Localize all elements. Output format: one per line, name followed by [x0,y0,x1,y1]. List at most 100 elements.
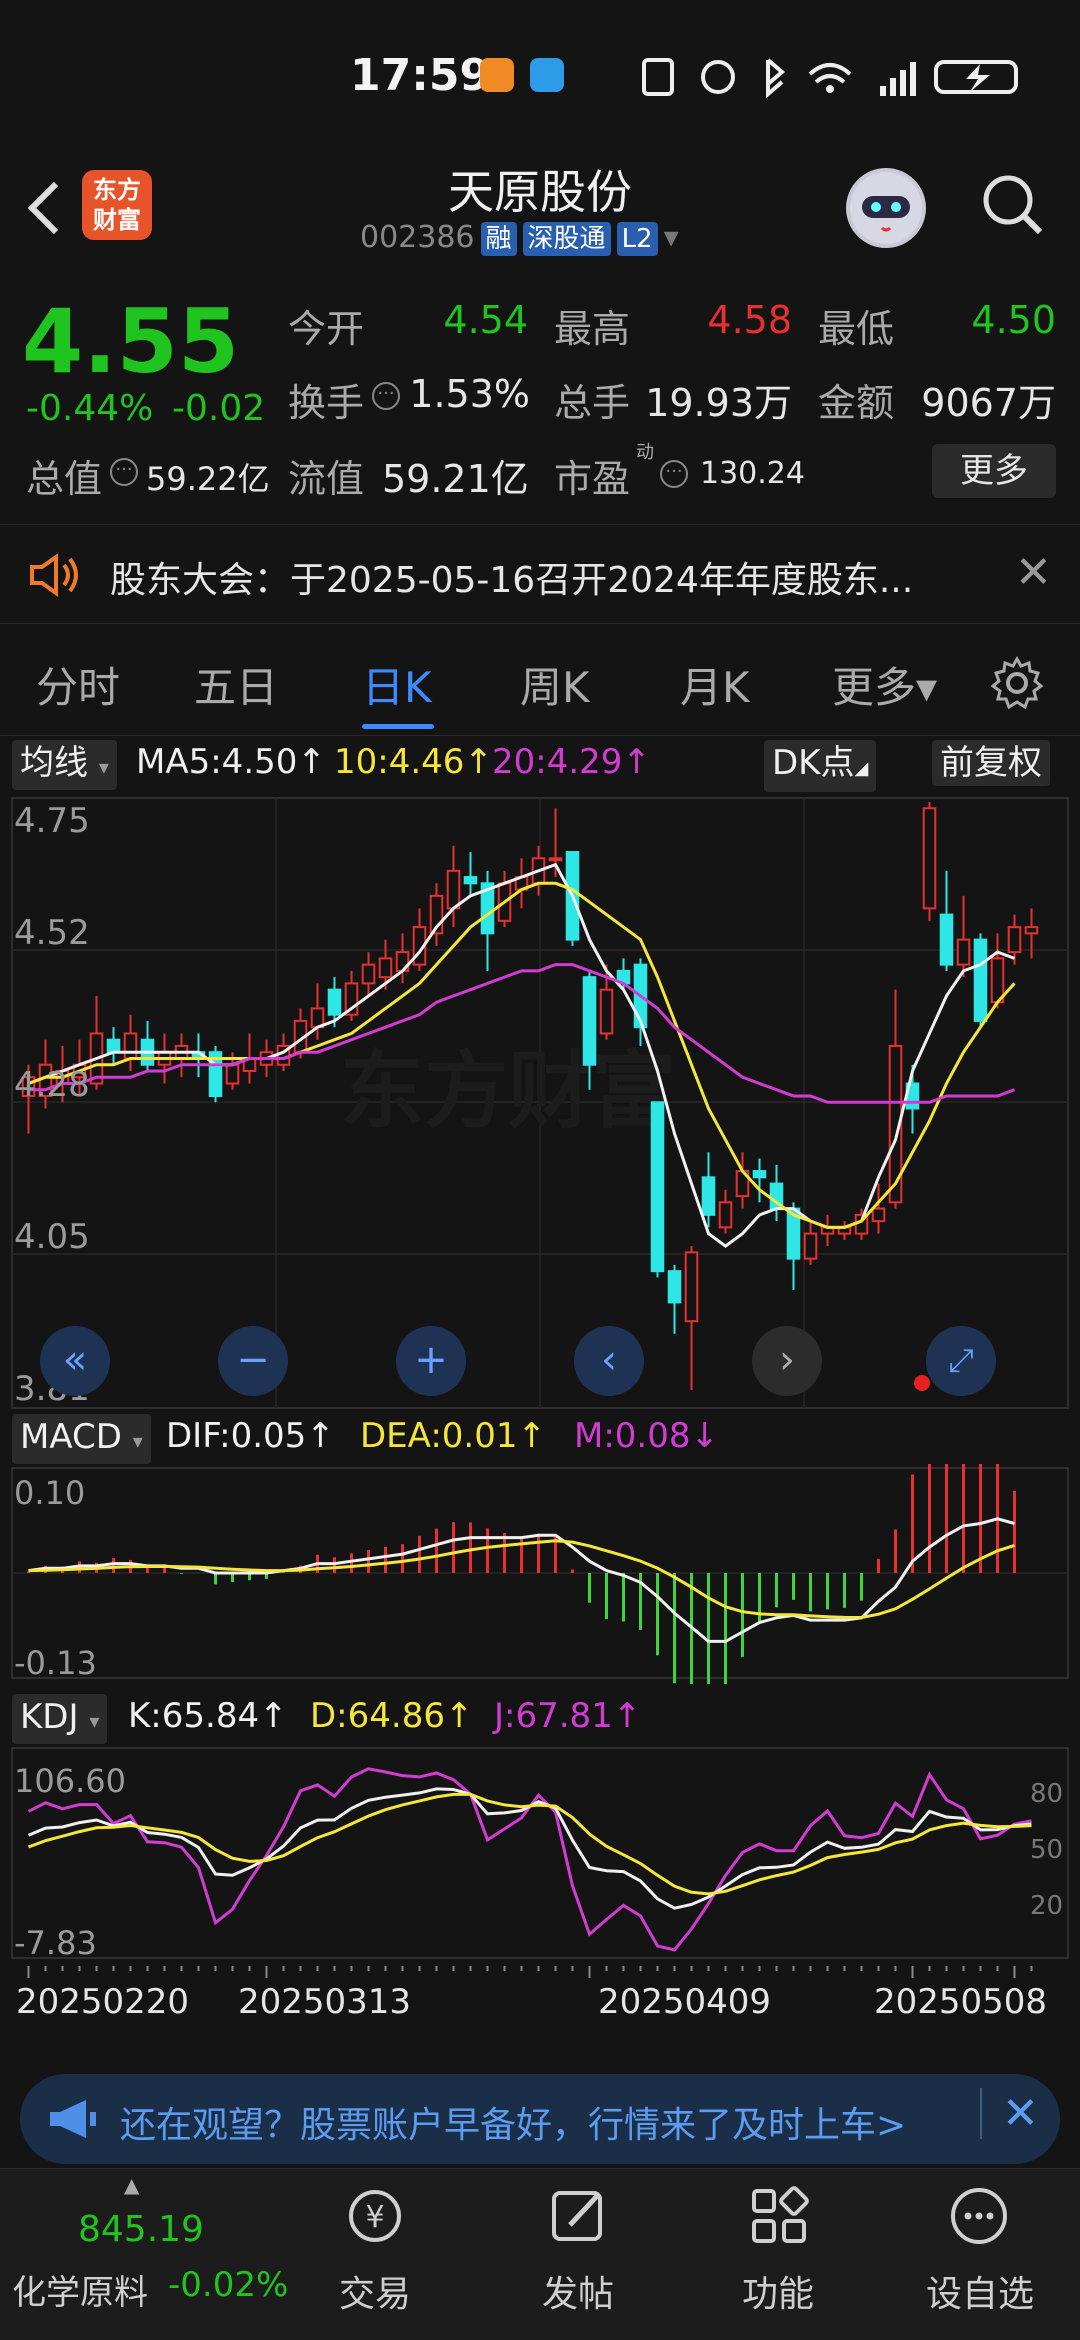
pe-superscript: 动 [636,442,654,463]
y-label-max: 4.75 [14,801,90,841]
status-icons [642,58,1018,99]
mktcap-value: 59.22亿 [146,460,270,498]
candle-body [667,1270,682,1304]
kdj-selector[interactable]: KDJ ▾ [12,1694,108,1744]
promo-banner[interactable]: 还在观望？股票账户早备好，行情来了及时上车> ✕ [20,2074,1060,2164]
candle-body [650,1101,665,1273]
change-amount: -0.02 [172,388,266,429]
fast-backward-button[interactable]: « [40,1326,110,1396]
gear-icon[interactable] [990,656,1044,710]
nav-trade[interactable]: 交易 [305,2265,445,2317]
high-value: 4.58 [707,298,792,342]
candle-body [582,976,597,1066]
speaker-icon [30,553,78,597]
sector-index[interactable]: 845.19 [78,2209,204,2250]
kline-chart[interactable]: 东方财富 4.75 4.52 4.28 4.05 3.81 « − + ‹ › … [0,790,1080,1410]
close-icon[interactable]: ✕ [1015,547,1052,598]
tab-daily-k[interactable]: 日K [362,654,432,715]
kdj-k: K:65.84↑ [128,1696,288,1736]
active-tab-indicator [362,724,434,729]
macd-chart[interactable]: 0.10 -0.13 [0,1444,1080,1719]
candle-body [871,1207,886,1223]
macd-selector[interactable]: MACD ▾ [12,1414,151,1464]
pe-value: 130.24 [700,456,805,491]
y-label-4: 4.05 [14,1217,90,1257]
kdj-j: J:67.81↑ [494,1696,642,1736]
zoom-out-button[interactable]: − [218,1326,288,1396]
megaphone-icon [50,2100,96,2138]
grid-icon[interactable] [744,2181,814,2251]
macd-m: M:0.08↓ [574,1416,719,1456]
float-value: 59.21亿 [382,457,529,501]
candle-body [361,963,376,985]
tab-intraday[interactable]: 分时 [36,654,120,715]
dk-point-button[interactable]: DK点◢ [764,740,877,792]
candle-body [922,807,937,910]
tab-more[interactable]: 更多▾ [832,654,937,715]
post-icon[interactable] [544,2181,614,2251]
tab-monthly-k[interactable]: 月K [680,654,750,715]
notice-bar[interactable]: 股东大会：于2025-05-16召开2024年年度股东... ✕ [0,524,1080,624]
candle-body [1007,926,1022,954]
pe-label: 市盈 [554,457,631,501]
search-button[interactable] [980,172,1044,236]
change-percent: -0.44% [26,388,154,429]
info-icon[interactable]: ··· [110,458,138,486]
nav-functions[interactable]: 功能 [708,2265,848,2317]
svg-text:¥: ¥ [365,2200,384,2235]
amount-value: 9067万 [921,381,1056,425]
dropdown-arrow-icon[interactable]: ▾ [664,220,679,255]
tab-weekly-k[interactable]: 周K [520,654,590,715]
more-button[interactable]: 更多 [932,444,1056,498]
sector-name[interactable]: 化学原料 [12,2265,148,2314]
kdj-selector-label: KDJ [20,1697,79,1737]
app-notification-icon [480,58,514,92]
candle-body [752,1170,767,1179]
d-line [27,1792,1032,1896]
candle-body [446,869,461,910]
candle-body [123,1032,138,1060]
tag-level2: L2 [616,222,658,256]
date-label-2: 20250313 [238,1982,412,2022]
expand-icon[interactable]: ⤢ [926,1326,996,1396]
kdj-indicator-bar: KDJ ▾ K:65.84↑ D:64.86↑ J:67.81↑ [0,1692,1080,1744]
ma-selector[interactable]: 均线 ▾ [12,740,117,790]
robot-assistant-icon[interactable] [846,168,926,248]
kdj-d: D:64.86↑ [310,1696,474,1736]
search-icon [983,175,1043,235]
kdj-level-50: 50 [1030,1835,1063,1865]
macd-svg: 0.10 -0.13 [11,1444,1069,1719]
kdj-y-min: -7.83 [14,1924,97,1962]
date-label-1: 20250220 [16,1982,190,2022]
app-notification-icon-2 [530,58,564,92]
kline-svg: 东方财富 4.75 4.52 4.28 4.05 3.81 [11,797,1069,1409]
scroll-right-button[interactable]: › [752,1326,822,1396]
more-dots-icon[interactable] [944,2181,1014,2251]
kline-indicator-bar: 均线 ▾ MA5:4.50↑ 10:4.46↑ 20:4.29↑ DK点◢ 前复… [0,738,1080,792]
candle-body [225,1063,240,1085]
volume-value: 19.93万 [645,381,792,425]
adjust-button[interactable]: 前复权 [932,740,1050,786]
info-icon[interactable]: ··· [372,382,400,410]
tab-five-day[interactable]: 五日 [194,654,278,715]
kdj-y-max: 106.60 [14,1762,126,1800]
nav-post[interactable]: 发帖 [508,2265,648,2317]
scroll-left-button[interactable]: ‹ [574,1326,644,1396]
current-price: 4.55 [22,290,240,393]
nav-add-watchlist[interactable]: 设自选 [910,2265,1050,2317]
close-icon[interactable]: ✕ [980,2088,1039,2139]
j-line [27,1767,1032,1952]
kdj-chart[interactable]: 106.60 -7.83 80 50 20 [0,1744,1080,1964]
ma-selector-label: 均线 [20,743,88,783]
date-label-4: 20250508 [874,1982,1048,2022]
trade-icon[interactable]: ¥ [340,2181,410,2251]
candle-body [684,1251,699,1323]
watermark: 东方财富 [340,1044,676,1138]
kdj-svg: 106.60 -7.83 80 50 20 [11,1747,1069,1962]
float-label: 流值 [288,457,365,501]
mktcap-label: 总值 [26,457,103,501]
dk-point-label: DK点 [772,743,855,783]
zoom-in-button[interactable]: + [396,1326,466,1396]
date-axis: 20250220 20250313 20250409 20250508 [0,1964,1080,2044]
info-icon[interactable]: ··· [660,460,688,488]
